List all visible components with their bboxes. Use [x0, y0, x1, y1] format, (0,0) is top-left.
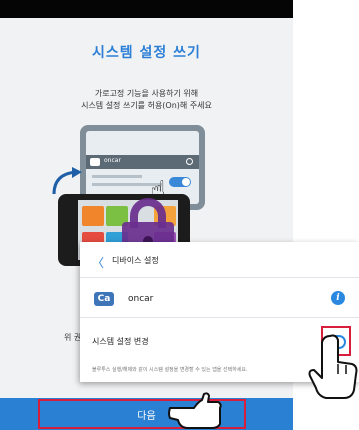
status-bar: [0, 0, 293, 18]
description-line-1: 가로고정 기능을 사용하기 위해: [94, 89, 199, 98]
app-tile-icon: [82, 206, 104, 226]
setting-description: 블루투스 실행/해제와 같이 시스템 설정을 변경할 수 있는 앱을 선택하세요…: [92, 367, 248, 373]
settings-title: 디바이스 설정: [112, 256, 159, 265]
app-name: oncar: [128, 294, 154, 304]
oncar-logo: Ca: [94, 292, 114, 306]
partial-text: 위 권: [64, 333, 82, 342]
illustration-app-header: oncar: [86, 155, 199, 169]
setting-label: 시스템 설정 변경: [92, 337, 149, 346]
settings-header: 〈 디바이스 설정: [80, 242, 359, 278]
tapping-hand-icon: [308, 334, 358, 399]
info-icon[interactable]: i: [331, 291, 345, 305]
description-line-2: 시스템 설정 쓰기를 허용(On)해 주세요: [81, 101, 212, 110]
pointing-hand-icon: [168, 392, 222, 429]
device-settings-card: 〈 디바이스 설정 Ca oncar i 시스템 설정 변경 블루투스 실행/해…: [80, 242, 359, 399]
illustration-toggle: [169, 177, 191, 187]
page-title: 시스템 설정 쓰기: [92, 45, 201, 61]
rotate-arrow-icon: [52, 167, 82, 195]
illustration-app-logo: [90, 158, 100, 166]
chevron-left-icon[interactable]: 〈: [92, 254, 104, 271]
illustration-app-name: oncar: [104, 157, 121, 164]
page-description: 가로고정 기능을 사용하기 위해 시스템 설정 쓰기를 허용(On)해 주세요: [20, 88, 273, 112]
app-info-row: Ca oncar i: [80, 278, 359, 318]
illustration-info-icon: [186, 158, 193, 165]
illustration-text-line: [92, 175, 142, 178]
